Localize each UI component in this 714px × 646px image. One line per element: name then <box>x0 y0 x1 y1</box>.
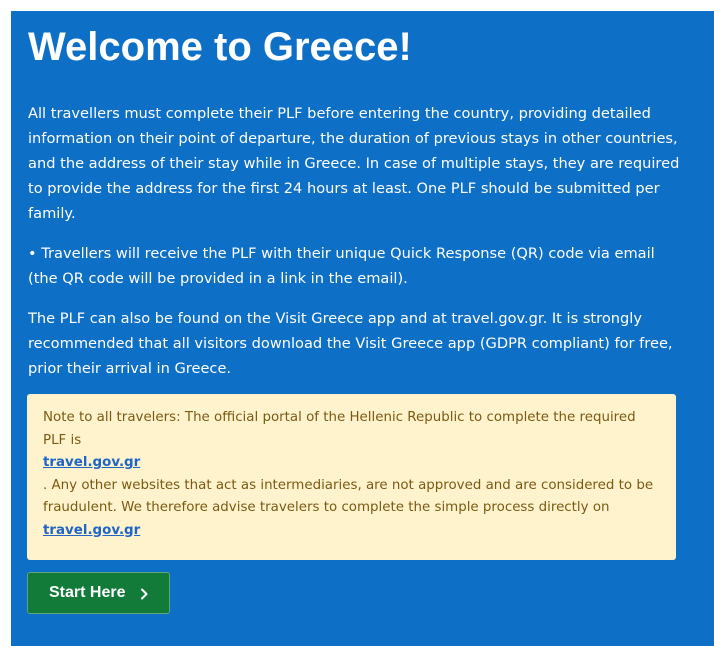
notice-text-warning: . Any other websites that act as interme… <box>43 477 654 516</box>
notice-text-intro: Note to all travelers: The official port… <box>43 410 636 448</box>
qr-code-paragraph: • Travellers will receive the PLF with t… <box>28 245 655 287</box>
official-portal-notice: Note to all travelers: The official port… <box>27 394 676 560</box>
visit-greece-app-paragraph: The PLF can also be found on the Visit G… <box>28 310 673 377</box>
travel-gov-link-2[interactable]: travel.gov.gr <box>43 520 660 543</box>
intro-paragraph: All travellers must complete their PLF b… <box>28 105 680 222</box>
chevron-right-icon <box>137 587 151 601</box>
start-here-label: Start Here <box>49 584 126 601</box>
start-here-button[interactable]: Start Here <box>27 572 170 614</box>
welcome-panel: Welcome to Greece! All travellers must c… <box>11 11 714 646</box>
travel-gov-link-1[interactable]: travel.gov.gr <box>43 452 660 475</box>
page-title: Welcome to Greece! <box>28 25 412 69</box>
